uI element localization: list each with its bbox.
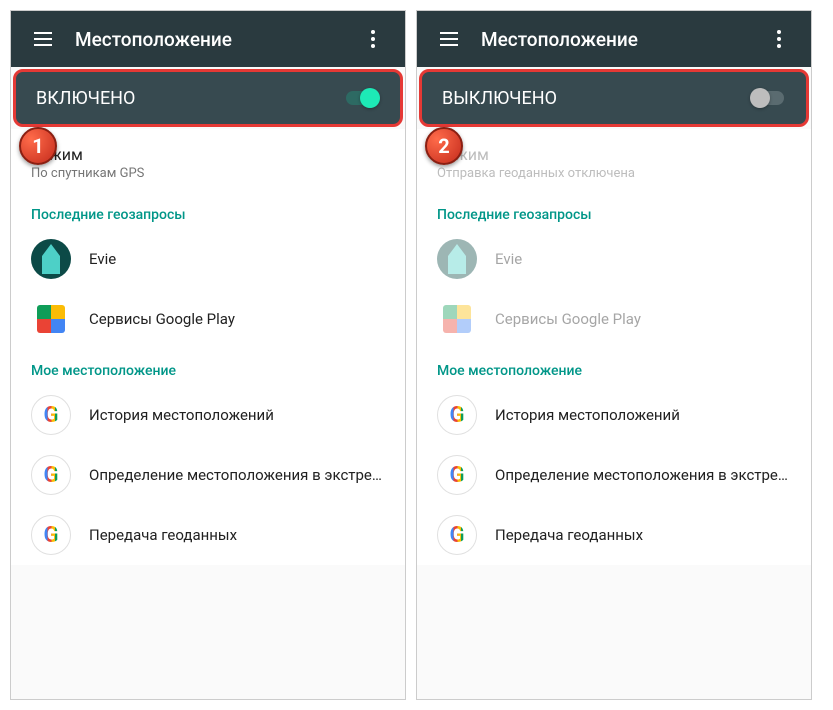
- service-row-history[interactable]: G История местоположений: [11, 385, 405, 445]
- service-label: Передача геоданных: [89, 526, 385, 544]
- google-icon: G: [437, 515, 477, 555]
- hamburger-icon: [440, 32, 458, 46]
- service-row-history[interactable]: G История местоположений: [417, 385, 811, 445]
- overflow-button[interactable]: [759, 30, 799, 48]
- app-label: Сервисы Google Play: [495, 310, 791, 328]
- screen-1: Местоположение ВКЛЮЧЕНО 1 Режим По спутн…: [10, 10, 406, 700]
- section-my-location: Мое местоположение: [11, 349, 405, 385]
- mode-row: Режим Отправка геоданных отключена: [417, 133, 811, 193]
- toggle-label: ВКЛЮЧЕНО: [36, 88, 344, 109]
- appbar: Местоположение: [417, 11, 811, 67]
- google-icon: G: [31, 395, 71, 435]
- content-area: Режим Отправка геоданных отключена После…: [417, 129, 811, 565]
- section-recent-requests: Последние геозапросы: [11, 193, 405, 229]
- app-label: Evie: [495, 250, 791, 268]
- mode-subtitle: Отправка геоданных отключена: [437, 166, 791, 181]
- google-icon: G: [437, 395, 477, 435]
- callout-badge-2: 2: [425, 127, 463, 165]
- overflow-button[interactable]: [353, 30, 393, 48]
- google-icon: G: [31, 515, 71, 555]
- service-label: История местоположений: [89, 406, 385, 424]
- app-row-play-services[interactable]: Сервисы Google Play: [11, 289, 405, 349]
- appbar-title: Местоположение: [75, 28, 353, 51]
- play-services-icon: [31, 299, 71, 339]
- mode-title: Режим: [437, 145, 791, 164]
- section-my-location: Мое местоположение: [417, 349, 811, 385]
- evie-icon: [31, 239, 71, 279]
- menu-button[interactable]: [23, 19, 63, 59]
- hamburger-icon: [34, 32, 52, 46]
- mode-subtitle: По спутникам GPS: [31, 166, 385, 181]
- location-switch[interactable]: [750, 88, 786, 108]
- menu-button[interactable]: [429, 19, 469, 59]
- appbar-title: Местоположение: [481, 28, 759, 51]
- appbar: Местоположение: [11, 11, 405, 67]
- app-label: Сервисы Google Play: [89, 310, 385, 328]
- play-services-icon: [437, 299, 477, 339]
- location-toggle-row[interactable]: ВКЛЮЧЕНО: [13, 69, 403, 127]
- app-label: Evie: [89, 250, 385, 268]
- callout-badge-1: 1: [19, 127, 57, 165]
- service-label: Передача геоданных: [495, 526, 791, 544]
- location-toggle-row[interactable]: ВЫКЛЮЧЕНО: [419, 69, 809, 127]
- content-area: Режим По спутникам GPS Последние геозапр…: [11, 129, 405, 565]
- google-icon: G: [31, 455, 71, 495]
- service-row-sharing[interactable]: G Передача геоданных: [11, 505, 405, 565]
- service-label: История местоположений: [495, 406, 791, 424]
- service-label: Определение местоположения в экстрен..: [89, 466, 385, 484]
- mode-row[interactable]: Режим По спутникам GPS: [11, 133, 405, 193]
- service-label: Определение местоположения в экстрен..: [495, 466, 791, 484]
- location-switch[interactable]: [344, 88, 380, 108]
- evie-icon: [437, 239, 477, 279]
- app-row-play-services: Сервисы Google Play: [417, 289, 811, 349]
- toggle-label: ВЫКЛЮЧЕНО: [442, 88, 750, 109]
- service-row-sharing[interactable]: G Передача геоданных: [417, 505, 811, 565]
- service-row-emergency[interactable]: G Определение местоположения в экстрен..: [417, 445, 811, 505]
- mode-title: Режим: [31, 145, 385, 164]
- section-recent-requests: Последние геозапросы: [417, 193, 811, 229]
- service-row-emergency[interactable]: G Определение местоположения в экстрен..: [11, 445, 405, 505]
- app-row-evie: Evie: [417, 229, 811, 289]
- google-icon: G: [437, 455, 477, 495]
- screen-2: Местоположение ВЫКЛЮЧЕНО 2 Режим Отправк…: [416, 10, 812, 700]
- app-row-evie[interactable]: Evie: [11, 229, 405, 289]
